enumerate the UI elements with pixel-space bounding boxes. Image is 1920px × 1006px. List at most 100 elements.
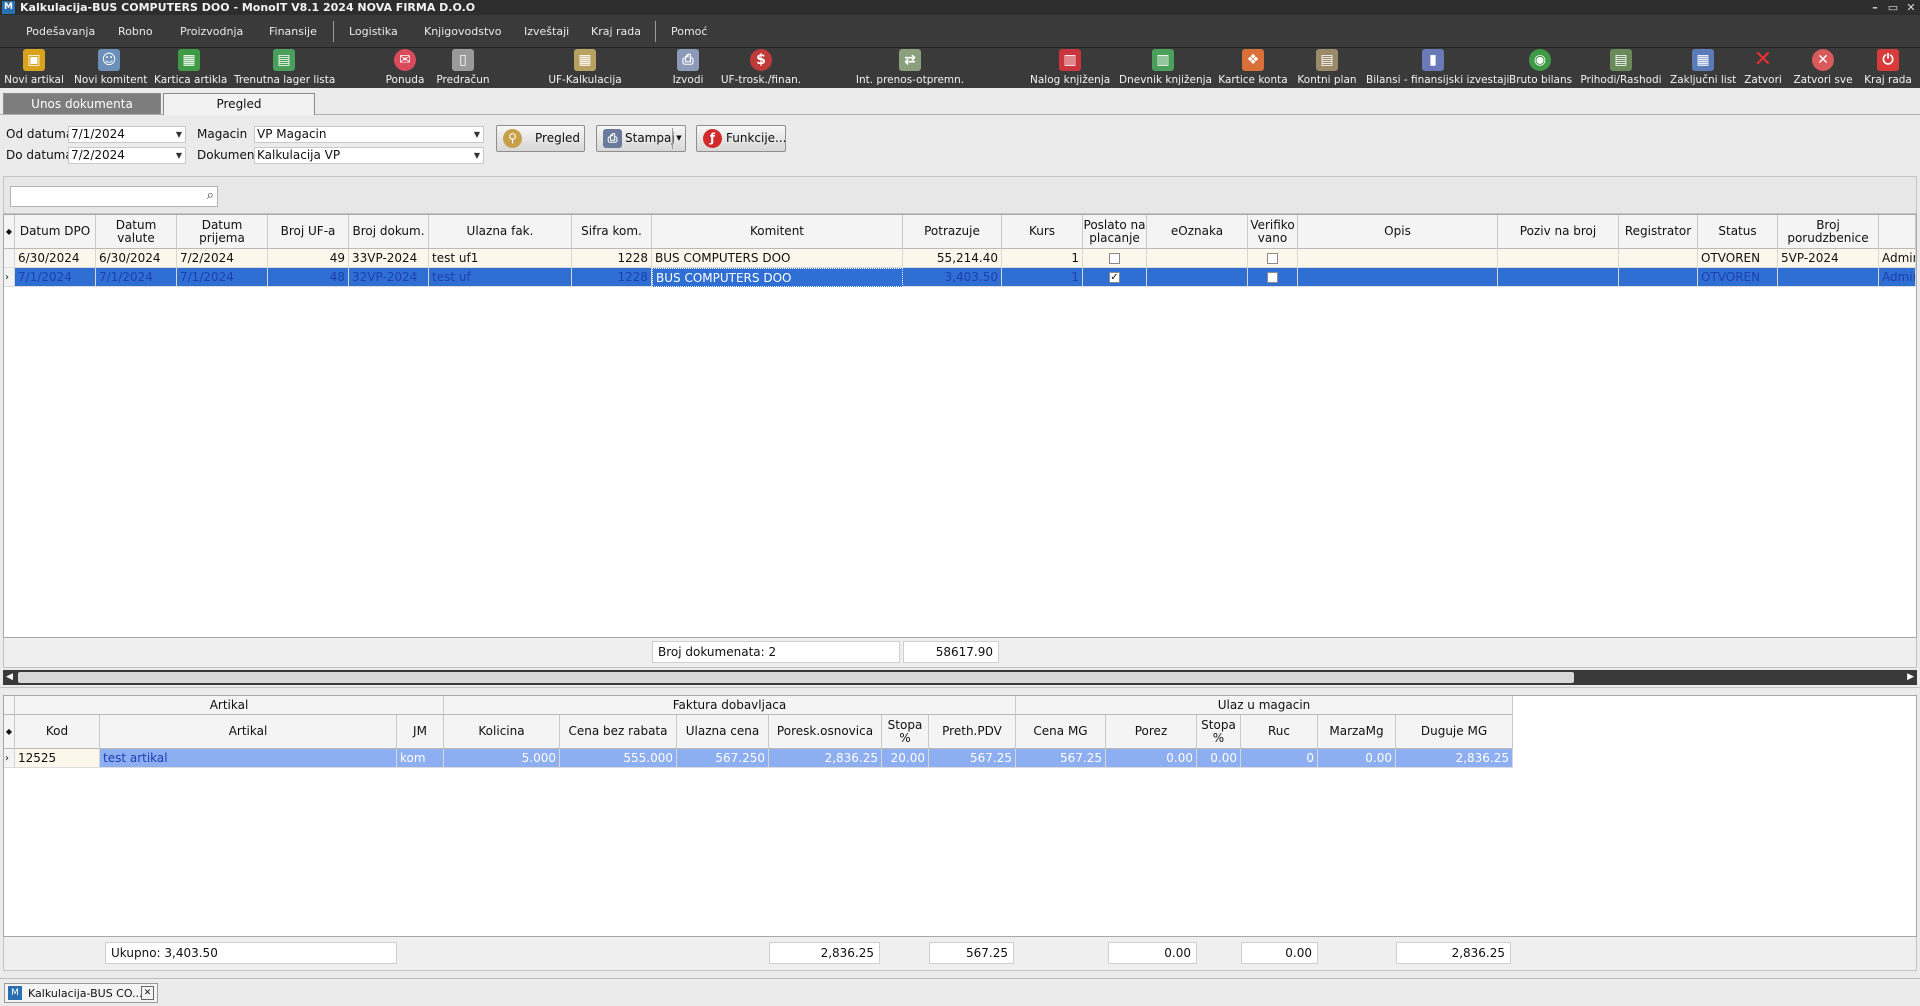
close-window-button[interactable]: ✕ — [1904, 0, 1918, 15]
cell-broj-dokum[interactable]: 32VP-2024 — [349, 268, 429, 287]
col-poziv-na-broj[interactable]: Poziv na broj — [1498, 215, 1619, 249]
stampaj-button[interactable]: ⎙ Stampaj ▼ — [596, 125, 686, 152]
col-marza-mg[interactable]: MarzaMg — [1318, 715, 1396, 749]
col-poslato-na-placanje[interactable]: Poslato na placanje — [1083, 215, 1147, 249]
toolbar-uf-kalkulacija-button[interactable]: ▦ UF-Kalkulacija — [545, 48, 625, 88]
toolbar-dnevnik-knjizenja-button[interactable]: ▥ Dnevnik knjiženja — [1119, 48, 1212, 88]
cell-marza-mg[interactable]: 0.00 — [1318, 749, 1396, 768]
verifikovano-checkbox[interactable] — [1267, 272, 1278, 283]
col-jm[interactable]: JM — [397, 715, 444, 749]
stampaj-dropdown-icon[interactable]: ▼ — [672, 128, 685, 149]
maximize-button[interactable]: ▭ — [1886, 0, 1900, 15]
cell-komitent[interactable]: BUS COMPUTERS DOO — [652, 249, 903, 268]
menu-robno[interactable]: Robno — [118, 15, 153, 48]
magacin-select[interactable]: VP Magacin ▼ — [254, 126, 484, 143]
cell-broj-uf[interactable]: 48 — [268, 268, 349, 287]
cell-status[interactable]: OTVOREN — [1698, 268, 1778, 287]
tab-unos-dokumenta[interactable]: Unos dokumenta — [3, 93, 161, 114]
cell-user[interactable]: Admin — [1879, 249, 1916, 268]
col-ulazna-cena[interactable]: Ulazna cena — [677, 715, 769, 749]
col-broj-uf[interactable]: Broj UF-a — [268, 215, 349, 249]
cell-porez[interactable]: 0.00 — [1106, 749, 1197, 768]
horizontal-scrollbar[interactable]: ◀ ▶ — [3, 670, 1917, 685]
toolbar-kartica-artikla-button[interactable]: ▦ Kartica artikla — [154, 48, 227, 88]
toolbar-prihodi-rashodi-button[interactable]: ▤ Prihodi/Rashodi — [1580, 48, 1662, 88]
toolbar-nalog-knjizenja-button[interactable]: ▥ Nalog knjiženja — [1030, 48, 1110, 88]
splitter[interactable] — [0, 687, 1920, 691]
toolbar-predracun-button[interactable]: ▯ Predračun — [433, 48, 493, 88]
cell-datum-prijema[interactable]: 7/2/2024 — [177, 249, 268, 268]
menu-finansije[interactable]: Finansije — [269, 15, 317, 48]
cell-potrazuje[interactable]: 3,403.50 — [903, 268, 1002, 287]
menu-podesavanja[interactable]: Podešavanja — [26, 15, 95, 48]
toolbar-kraj-rada-button[interactable]: ⏻ Kraj rada — [1862, 48, 1914, 88]
cell-duguje-mg[interactable]: 2,836.25 — [1396, 749, 1513, 768]
cell-verifikovano[interactable] — [1248, 268, 1298, 287]
toolbar-ponuda-button[interactable]: ✉ Ponuda — [380, 48, 430, 88]
chevron-down-icon[interactable]: ▼ — [474, 148, 480, 163]
col-duguje-mg[interactable]: Duguje MG — [1396, 715, 1513, 749]
col-datum-prijema[interactable]: Datum prijema — [177, 215, 268, 249]
cell-sifra-kom[interactable]: 1228 — [572, 268, 652, 287]
poslato-checkbox-checked[interactable]: ✓ — [1109, 272, 1120, 283]
col-stopa-mg[interactable]: Stopa % — [1197, 715, 1241, 749]
col-kolicina[interactable]: Kolicina — [444, 715, 560, 749]
cell-datum-valute[interactable]: 7/1/2024 — [96, 268, 177, 287]
cell-kod[interactable]: 12525 — [15, 749, 100, 768]
cell-sifra-kom[interactable]: 1228 — [572, 249, 652, 268]
pregled-button[interactable]: ⚲ Pregled — [496, 125, 585, 152]
chevron-down-icon[interactable]: ▼ — [474, 127, 480, 142]
col-extra[interactable] — [1879, 215, 1916, 249]
toolbar-kontni-plan-button[interactable]: ▤ Kontni plan — [1297, 48, 1357, 88]
cell-ruc[interactable]: 0 — [1241, 749, 1318, 768]
col-cena-bez-rabata[interactable]: Cena bez rabata — [560, 715, 677, 749]
col-broj-porudzbenice[interactable]: Broj porudzbenice — [1778, 215, 1879, 249]
chevron-down-icon[interactable]: ▼ — [176, 148, 182, 163]
col-artikal[interactable]: Artikal — [100, 715, 397, 749]
col-stopa[interactable]: Stopa % — [882, 715, 929, 749]
cell-datum-valute[interactable]: 6/30/2024 — [96, 249, 177, 268]
cell-cena-mg[interactable]: 567.25 — [1016, 749, 1106, 768]
cell-eoznaka[interactable] — [1147, 249, 1248, 268]
cell-kolicina[interactable]: 5.000 — [444, 749, 560, 768]
cell-verifikovano[interactable] — [1248, 249, 1298, 268]
toolbar-trenutna-lager-lista-button[interactable]: ▤ Trenutna lager lista — [234, 48, 335, 88]
cell-poresk-osnovica[interactable]: 2,836.25 — [769, 749, 882, 768]
cell-datum-dpo[interactable]: 6/30/2024 — [15, 249, 96, 268]
cell-registrator[interactable] — [1619, 249, 1698, 268]
col-datum-valute[interactable]: Datum valute — [96, 215, 177, 249]
cell-komitent-focused[interactable]: BUS COMPUTERS DOO — [652, 268, 903, 287]
col-sifra-kom[interactable]: Sifra kom. — [572, 215, 652, 249]
col-eoznaka[interactable]: eOznaka — [1147, 215, 1248, 249]
minimize-button[interactable]: – — [1868, 0, 1882, 15]
cell-stopa[interactable]: 20.00 — [882, 749, 929, 768]
cell-kurs[interactable]: 1 — [1002, 268, 1083, 287]
menu-pomoc[interactable]: Pomoć — [671, 15, 707, 48]
col-poresk-osnovica[interactable]: Poresk.osnovica — [769, 715, 882, 749]
search-icon[interactable]: ⌕ — [207, 188, 214, 203]
col-ulazna-fak[interactable]: Ulazna fak. — [429, 215, 572, 249]
toolbar-kartice-konta-button[interactable]: ❖ Kartice konta — [1218, 48, 1288, 88]
col-broj-dokum[interactable]: Broj dokum. — [349, 215, 429, 249]
cell-broj-porudzbenice[interactable]: 5VP-2024 — [1778, 249, 1879, 268]
toolbar-novi-artikal-button[interactable]: ▣ Novi artikal — [4, 48, 64, 88]
close-tab-icon[interactable]: ✕ — [141, 986, 154, 1000]
search-input[interactable]: ⌕ — [10, 186, 218, 207]
scroll-left-icon[interactable]: ◀ — [6, 670, 13, 685]
funkcije-button[interactable]: ƒ Funkcije... — [696, 125, 787, 152]
col-datum-dpo[interactable]: Datum DPO — [15, 215, 96, 249]
col-cena-mg[interactable]: Cena MG — [1016, 715, 1106, 749]
cell-user[interactable]: Admin — [1879, 268, 1916, 287]
toolbar-novi-komitent-button[interactable]: ☺ Novi komitent — [74, 48, 147, 88]
scrollbar-thumb[interactable] — [18, 672, 1574, 683]
toolbar-zatvori-button[interactable]: ✕ Zatvori — [1743, 48, 1783, 88]
menu-kraj-rada[interactable]: Kraj rada — [591, 15, 641, 48]
cell-jm[interactable]: kom — [397, 749, 444, 768]
cell-poslato[interactable]: ✓ — [1083, 268, 1147, 287]
verifikovano-checkbox[interactable] — [1267, 253, 1278, 264]
toolbar-zatvori-sve-button[interactable]: ✕ Zatvori sve — [1792, 48, 1854, 88]
col-kurs[interactable]: Kurs — [1002, 215, 1083, 249]
chevron-down-icon[interactable]: ▼ — [176, 127, 182, 142]
cell-broj-uf[interactable]: 49 — [268, 249, 349, 268]
col-ruc[interactable]: Ruc — [1241, 715, 1318, 749]
